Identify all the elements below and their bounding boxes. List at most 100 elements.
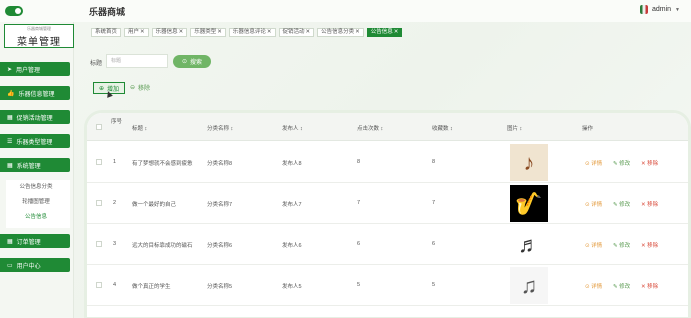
close-icon[interactable]: ✕: [217, 29, 222, 35]
tab-home[interactable]: 系统首页: [91, 28, 122, 37]
header-label: 序号: [111, 119, 123, 125]
list-icon: ☰: [7, 138, 13, 145]
cell-index: 2: [113, 200, 117, 206]
sidebar-item-instruments[interactable]: 👍 乐器信息管理: [0, 86, 70, 100]
tab-bar: 系统首页 用户✕ 乐器信息✕ 乐器类型✕ 乐器信息评论✕ 促销活动✕ 公告信息分…: [91, 28, 403, 37]
top-bar: 乐器商城 admin ▼: [0, 0, 691, 22]
header-clicks[interactable]: 点击次数 ↕: [357, 124, 383, 132]
tab-label: 公告信息: [370, 29, 393, 35]
close-icon[interactable]: ✕: [394, 29, 399, 35]
sidebar-item-system[interactable]: ▦ 系统管理: [0, 158, 70, 172]
grid-icon: ▦: [7, 114, 13, 121]
card-icon: ▭: [7, 262, 13, 269]
remove-label: 移除: [647, 202, 659, 208]
cell-publisher: 发布人7: [282, 202, 302, 208]
tab-instrument-info[interactable]: 乐器信息✕: [151, 28, 188, 37]
row-remove-button[interactable]: ✕ 移除: [641, 282, 658, 290]
logo-title: 菜单管理: [17, 37, 61, 48]
close-icon[interactable]: ✕: [140, 29, 145, 35]
header-index: 序号: [111, 118, 122, 126]
search-button[interactable]: ⊙ 搜索: [173, 55, 211, 68]
row-remove-button[interactable]: ✕ 移除: [641, 241, 658, 249]
cell-category: 分类名称6: [207, 243, 233, 249]
detail-button[interactable]: ⊙ 详情: [585, 159, 602, 167]
remove-label: 移除: [647, 284, 659, 290]
edit-button[interactable]: ✎ 修改: [613, 241, 630, 249]
row-remove-button[interactable]: ✕ 移除: [641, 200, 658, 208]
edit-button[interactable]: ✎ 修改: [613, 200, 630, 208]
row-remove-button[interactable]: ✕ 移除: [641, 159, 658, 167]
close-icon[interactable]: ✕: [306, 29, 311, 35]
row-checkbox[interactable]: [96, 282, 102, 288]
detail-button[interactable]: ⊙ 详情: [585, 282, 602, 290]
sidebar-subitem-carousel[interactable]: 轮播图管理: [6, 196, 66, 208]
tab-promotions[interactable]: 促销活动✕: [278, 28, 315, 37]
username: admin: [651, 6, 672, 13]
sidebar-item-label: 订单管理: [16, 239, 41, 246]
tab-instrument-types[interactable]: 乐器类型✕: [190, 28, 226, 37]
sidebar-subitem-notice-category[interactable]: 公告信息分类: [6, 181, 66, 193]
close-icon[interactable]: ✕: [267, 29, 272, 35]
system-title: 乐器商城: [89, 7, 126, 17]
table-row: 2 做一个最好的自己 分类名称7 发布人7 7 7 🎷 ⊙ 详情 ✎ 修改 ✕ 移除: [87, 183, 688, 224]
header-favorites[interactable]: 收藏数 ↕: [432, 124, 453, 132]
search-input[interactable]: 标题: [106, 54, 168, 68]
header-actions: 操作: [582, 126, 594, 132]
row-checkbox[interactable]: [96, 159, 102, 165]
tab-instrument-comments[interactable]: 乐器信息评论✕: [228, 28, 276, 37]
detail-button[interactable]: ⊙ 详情: [585, 241, 602, 249]
sidebar-toggle[interactable]: [5, 6, 23, 16]
sidebar-item-users[interactable]: ➤ 用户管理: [0, 62, 70, 76]
header-category[interactable]: 分类名称 ↕: [207, 124, 233, 132]
edit-label: 修改: [619, 243, 631, 249]
sidebar-logo: 乐器商城管理 菜单管理: [4, 24, 74, 48]
edit-label: 修改: [619, 161, 631, 167]
edit-label: 修改: [619, 284, 631, 290]
detail-label: 详情: [591, 161, 603, 167]
cell-clicks: 7: [357, 200, 361, 206]
clarinet-icon: ♬: [510, 226, 548, 263]
row-checkbox[interactable]: [96, 241, 102, 247]
cell-category: 分类名称5: [207, 284, 233, 290]
sidebar-item-instrument-types[interactable]: ☰ 乐器类型管理: [0, 134, 70, 148]
tab-label: 乐器信息: [155, 29, 178, 35]
tab-label: 乐器类型: [194, 29, 217, 35]
user-menu[interactable]: admin ▼: [639, 5, 680, 14]
tab-label: 乐器信息评论: [232, 29, 266, 35]
cell-title: 做个真正的学生: [132, 284, 171, 290]
remove-button[interactable]: ⊖ 移除: [130, 83, 150, 92]
edit-button[interactable]: ✎ 修改: [613, 159, 630, 167]
edit-button[interactable]: ✎ 修改: [613, 282, 630, 290]
remove-button-label: 移除: [138, 86, 151, 92]
sidebar-item-label: 乐器类型管理: [16, 139, 53, 146]
sidebar-item-user-center[interactable]: ▭ 用户中心: [0, 258, 70, 272]
cell-favorites: 6: [432, 241, 436, 247]
search-label: 标题: [90, 61, 103, 67]
close-icon[interactable]: ✕: [355, 29, 360, 35]
sidebar-item-promotions[interactable]: ▦ 促销活动管理: [0, 110, 70, 124]
row-checkbox[interactable]: [96, 200, 102, 206]
sidebar-item-label: 促销活动管理: [16, 115, 53, 122]
thumbs-up-icon: 👍: [7, 90, 15, 97]
cell-index: 1: [113, 159, 117, 165]
detail-label: 详情: [591, 243, 603, 249]
select-all-checkbox[interactable]: [96, 124, 102, 130]
close-icon[interactable]: ✕: [179, 29, 184, 35]
cell-title: 远大的目标靠成功的磁石: [132, 243, 193, 249]
cell-category: 分类名称7: [207, 202, 233, 208]
header-publisher[interactable]: 发布人 ↕: [282, 124, 303, 132]
header-image[interactable]: 图片 ↕: [507, 124, 522, 132]
tab-label: 促销活动: [282, 29, 305, 35]
send-icon: ➤: [7, 66, 13, 73]
cell-favorites: 8: [432, 159, 436, 165]
tab-users[interactable]: 用户✕: [124, 28, 149, 37]
detail-button[interactable]: ⊙ 详情: [585, 200, 602, 208]
cell-publisher: 发布人5: [282, 284, 302, 290]
header-title[interactable]: 标题 ↕: [132, 124, 147, 132]
tab-notice[interactable]: 公告信息✕: [366, 28, 403, 37]
sidebar-item-orders[interactable]: ▦ 订单管理: [0, 234, 70, 248]
detail-label: 详情: [591, 202, 603, 208]
tab-label: 系统首页: [95, 29, 118, 35]
tab-notice-category[interactable]: 公告信息分类✕: [317, 28, 364, 37]
sidebar-subitem-notice[interactable]: 公告信息: [6, 211, 66, 223]
